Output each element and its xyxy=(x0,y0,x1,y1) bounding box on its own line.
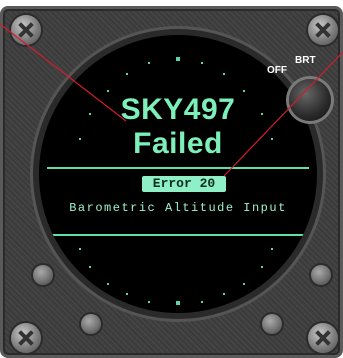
screw-icon xyxy=(11,323,41,353)
ring-dot xyxy=(89,266,91,268)
ring-dot xyxy=(243,283,245,285)
ring-dot xyxy=(79,248,81,250)
divider-top xyxy=(47,167,309,169)
screw-icon xyxy=(11,15,41,45)
ring-dot xyxy=(243,90,245,92)
ring-dot xyxy=(201,62,203,64)
ring-dot xyxy=(148,62,150,64)
ring-dot xyxy=(261,266,263,268)
ring-dot xyxy=(223,73,225,75)
divider-bottom xyxy=(47,234,309,236)
bezel-button-right[interactable] xyxy=(311,265,331,285)
ring-dot xyxy=(148,301,150,303)
ring-dot-bottom xyxy=(176,301,180,305)
display-screen: SKY497 Failed Error 20 Barometric Altitu… xyxy=(39,35,317,313)
screw-icon xyxy=(308,323,338,353)
bezel-button-left[interactable] xyxy=(33,265,53,285)
ring-dot-top xyxy=(176,57,180,61)
ring-dot xyxy=(201,301,203,303)
bezel-button-bottom-left[interactable] xyxy=(81,314,101,334)
ring-dot xyxy=(107,90,109,92)
instrument-bezel: SKY497 Failed Error 20 Barometric Altitu… xyxy=(0,6,343,358)
device-title: SKY497 xyxy=(120,93,236,126)
error-badge: Error 20 xyxy=(142,176,226,192)
screw-icon xyxy=(308,15,338,45)
knob-off-label: OFF xyxy=(267,65,287,76)
ring-dot xyxy=(107,283,109,285)
test-label: TEST xyxy=(75,295,104,309)
error-message: Barometric Altitude Input xyxy=(69,201,287,215)
ring-dot xyxy=(271,248,273,250)
device-status: Failed xyxy=(133,127,223,160)
ring-dot xyxy=(223,293,225,295)
brightness-knob[interactable] xyxy=(289,79,331,121)
knob-brt-label: BRT xyxy=(295,55,316,66)
bezel-button-bottom-right[interactable] xyxy=(262,314,282,334)
ring-dot xyxy=(126,293,128,295)
ring-dot xyxy=(126,73,128,75)
